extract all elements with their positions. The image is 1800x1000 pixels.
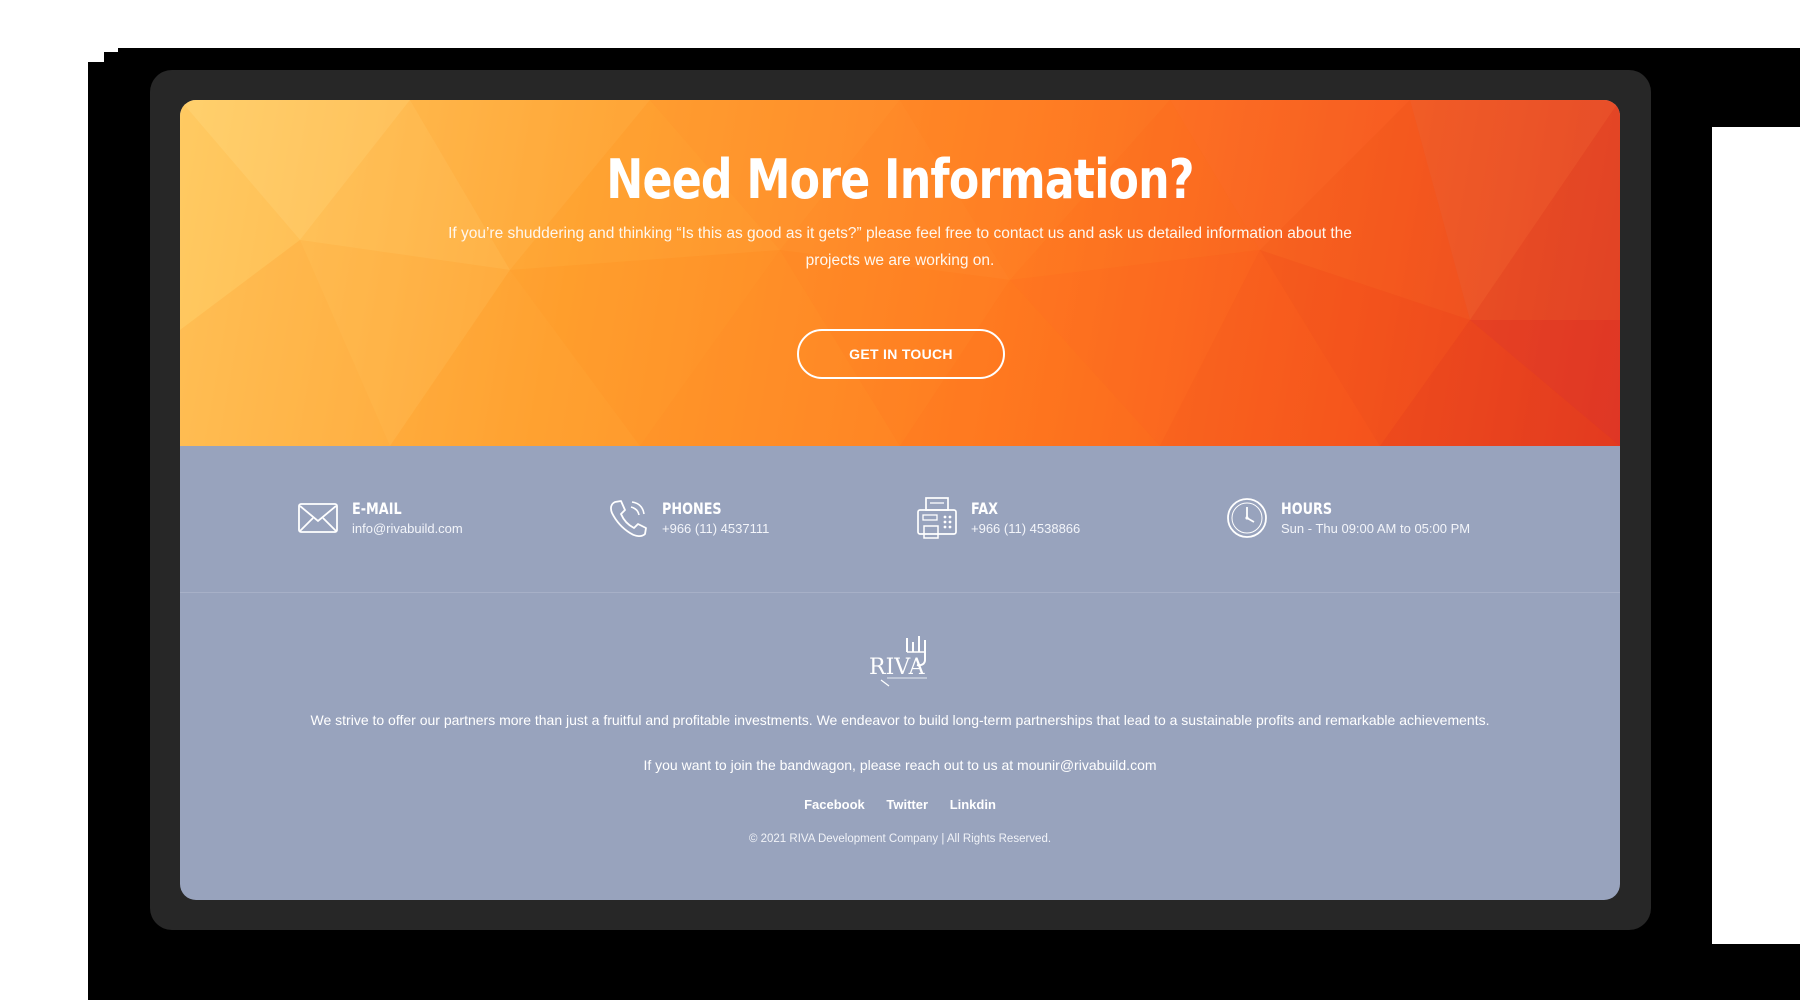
info-hero: Need More Information? If you’re shudder… [180, 100, 1620, 446]
facebook-link[interactable]: Facebook [804, 797, 865, 812]
svg-text:RIVA: RIVA [869, 655, 926, 680]
copyright: © 2021 RIVA Development Company | All Ri… [748, 833, 1052, 845]
about-text: We strive to offer our partners more tha… [310, 712, 1490, 728]
hero-description: If you’re shuddering and thinking “Is th… [448, 225, 1352, 269]
fax-icon [917, 497, 957, 539]
hero-title: Need More Information? [606, 148, 1194, 211]
background-card [1712, 127, 1800, 944]
riva-logo: RIVA [869, 636, 927, 687]
contact-value: Sun - Thu 09:00 AM to 05:00 PM [1281, 521, 1471, 536]
contact-value: +966 (11) 4538866 [971, 521, 1081, 536]
contact-title: E-MAIL [352, 499, 402, 518]
phone-icon [610, 500, 647, 538]
clock-icon [1227, 498, 1267, 538]
social-links: Facebook Twitter Linkdin [180, 797, 1620, 812]
page-screen: Need More Information? If you’re shudder… [180, 100, 1620, 900]
linkedin-link[interactable]: Linkdin [950, 797, 996, 812]
get-in-touch-button[interactable]: GET IN TOUCH [797, 329, 1005, 379]
envelope-icon [298, 503, 338, 533]
twitter-link[interactable]: Twitter [886, 797, 928, 812]
contact-title: FAX [971, 499, 999, 518]
contact-title: HOURS [1281, 499, 1333, 518]
backdrop-shadow-step [118, 48, 1800, 58]
contact-value: +966 (11) 4537111 [662, 521, 770, 536]
contact-value: info@rivabuild.com [352, 521, 463, 536]
contact-title: PHONES [662, 499, 722, 518]
contact-strip: E-MAIL info@rivabuild.com PHONES +966 (1… [180, 446, 1620, 593]
reach-out-text: If you want to join the bandwagon, pleas… [643, 757, 1157, 773]
backdrop-shadow-step [96, 70, 126, 1000]
